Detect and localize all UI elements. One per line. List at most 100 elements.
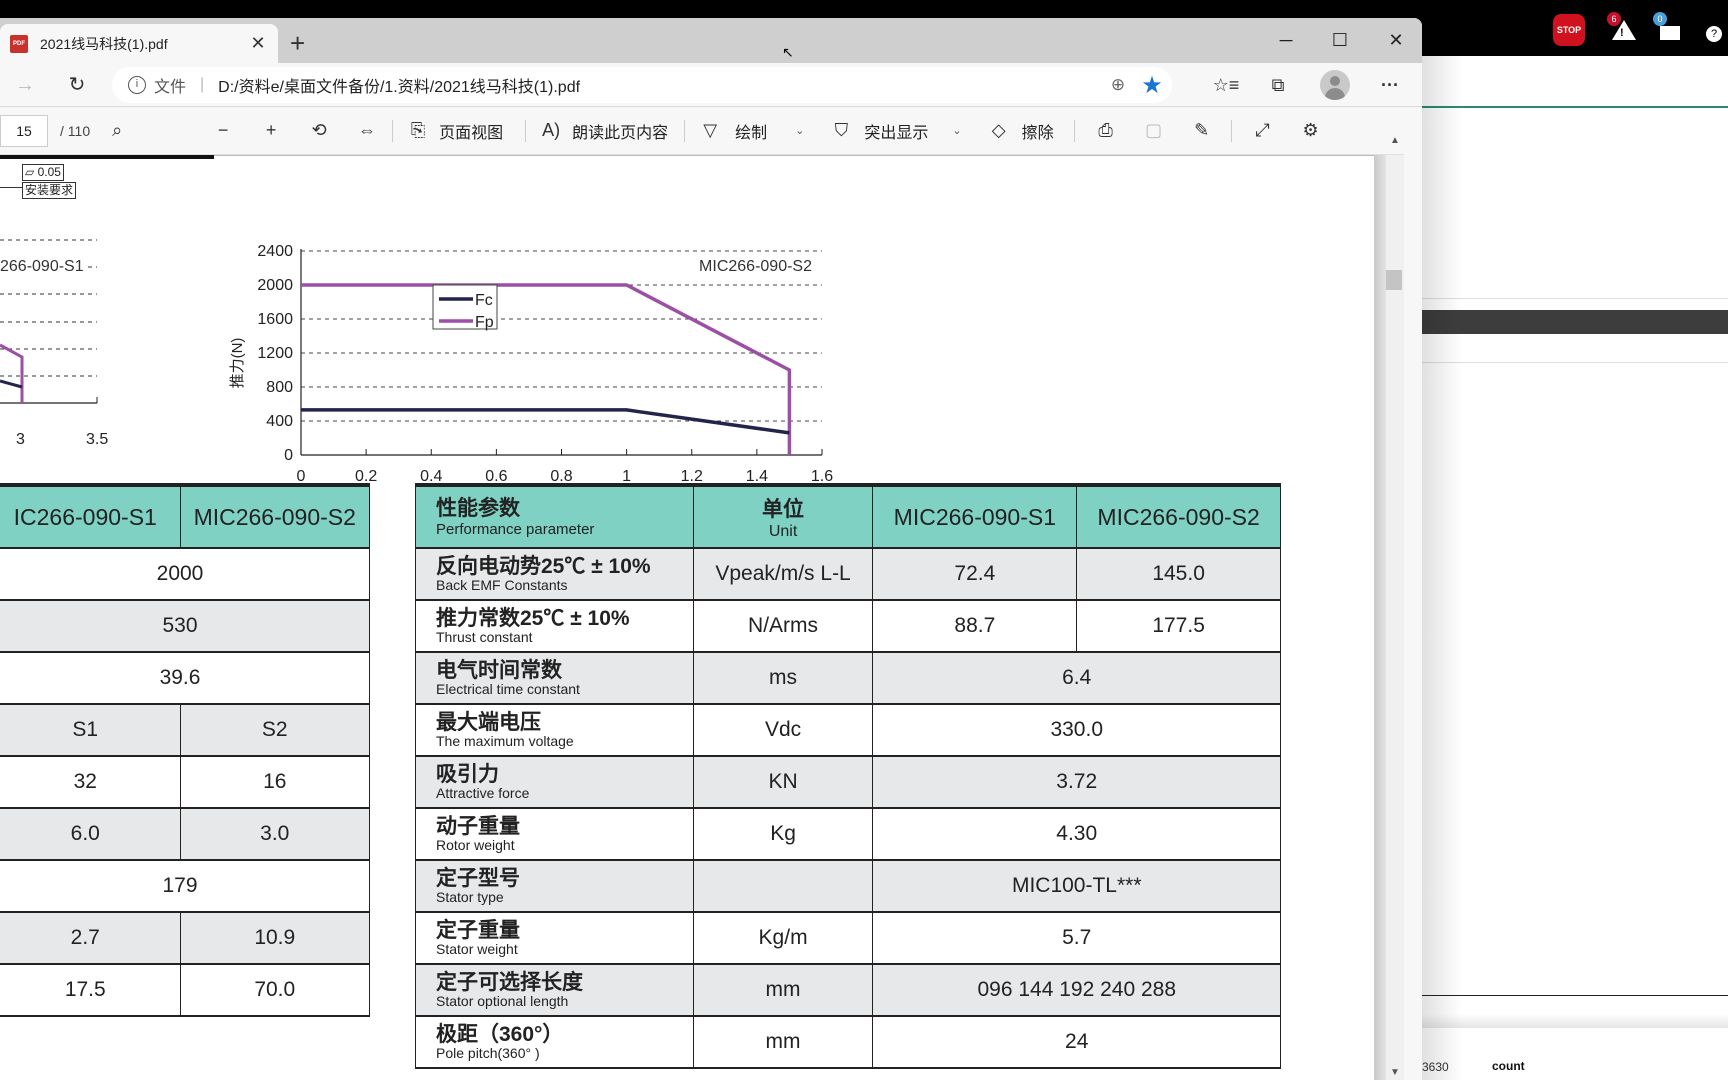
page-view-button[interactable]: ⎘ 页面视图: [403, 119, 503, 143]
left-chart-xtick: 3.5: [86, 431, 109, 448]
tab-strip: PDF 2021线马科技(1).pdf ✕ + ↖ ─ ☐ ✕: [0, 18, 1422, 63]
panel-band: [1422, 1014, 1728, 1028]
y-tick-label: 800: [266, 379, 293, 396]
table-row: 179: [0, 860, 370, 912]
scrollbar-thumb[interactable]: [1386, 270, 1402, 290]
y-tick-label: 0: [284, 447, 293, 464]
param-header: 性能参数 Performance parameter: [415, 485, 694, 548]
param-en: Pole pitch(360° ): [436, 1045, 540, 1061]
close-window-button[interactable]: ✕: [1376, 26, 1416, 54]
collections-icon[interactable]: ⧉: [1260, 71, 1296, 99]
table-row: 定子可选择长度 Stator optional length mm 096 144 1…: [415, 964, 1281, 1016]
pdf-page: ▱ 0.05 安装要求 266-090-S1 3 3.5 0 400 800 1200…: [0, 155, 1374, 1080]
draw-button[interactable]: ▽ 绘制 ⌄: [695, 119, 804, 143]
table-cell: 39.6: [0, 652, 370, 704]
table-row: 39.6: [0, 652, 370, 704]
settings-gear-icon[interactable]: ⚙: [1296, 120, 1326, 141]
y-axis-label: 推力(N): [229, 338, 246, 389]
favorite-star-icon[interactable]: ★: [1132, 71, 1172, 100]
url-field[interactable]: i 文件 | D:/资料e/桌面文件备份/1.资料/2021线马科技(1).pd…: [112, 67, 1172, 103]
unit-cell: mm: [692, 1016, 874, 1068]
new-tab-button[interactable]: +: [290, 30, 305, 56]
zoom-in-button-icon[interactable]: +: [256, 120, 286, 141]
panel-divider: [1422, 362, 1728, 363]
highlight-button[interactable]: ⛉ 突出显示 ⌄: [826, 119, 962, 143]
param-cn: 定子型号: [436, 867, 520, 890]
value-cell: 24: [872, 1016, 1281, 1068]
s2-header: MIC266-090-S2: [1076, 485, 1281, 548]
unit-cell: mm: [692, 964, 874, 1016]
rotate-icon[interactable]: ⟲: [304, 120, 334, 141]
print-icon[interactable]: ⎙: [1091, 120, 1121, 141]
refresh-icon[interactable]: ↻: [62, 71, 92, 99]
value-cell: 5.7: [872, 912, 1281, 964]
desktop-top-bar: [0, 0, 1728, 18]
s1-header: MIC266-090-S1: [872, 485, 1078, 548]
page-view-icon: ⎘: [410, 120, 426, 140]
fullscreen-icon[interactable]: ⤢: [1248, 120, 1278, 141]
legend-label: Fc: [475, 292, 493, 309]
param-en: Stator weight: [436, 941, 518, 957]
param-en: Back EMF Constants: [436, 577, 568, 593]
minimize-button[interactable]: ─: [1266, 26, 1306, 54]
value-cell: 3.72: [872, 756, 1281, 808]
param-en: Stator optional length: [436, 993, 569, 1009]
chevron-down-icon[interactable]: ⌄: [952, 124, 961, 137]
chart-title: MIC266-090-S2: [699, 258, 812, 275]
scroll-up-icon[interactable]: ▲: [1390, 135, 1400, 146]
search-icon[interactable]: ⌕: [102, 120, 132, 141]
table-row: 6.0 3.0: [0, 808, 370, 860]
param-cn: 定子重量: [436, 919, 520, 942]
forward-icon[interactable]: →: [10, 71, 40, 99]
help-icon[interactable]: ?: [1706, 26, 1722, 42]
save-icon: ▢: [1145, 120, 1163, 140]
table-row: 最大端电压 The maximum voltage Vdc 330.0: [415, 704, 1281, 756]
info-icon[interactable]: i: [128, 76, 146, 94]
read-aloud-label: 朗读此页内容: [572, 124, 669, 142]
value-cell: 6.4: [872, 652, 1281, 704]
param-cell: 极距（360°） Pole pitch(360° ): [415, 1016, 694, 1068]
table-row: 530: [0, 600, 370, 652]
vertical-scrollbar[interactable]: ▲ ▼: [1386, 135, 1404, 1080]
panel-shadow: [1422, 56, 1462, 1080]
table-row: 吸引力 Attractive force KN 3.72: [415, 756, 1281, 808]
table-cell: 16: [179, 756, 370, 808]
value-cell: 4.30: [872, 808, 1281, 860]
read-aloud-button[interactable]: A) 朗读此页内容: [536, 119, 668, 143]
fit-width-icon[interactable]: ⇔: [352, 120, 382, 141]
zoom-in-icon[interactable]: ⊕: [1104, 75, 1132, 95]
value-cell-s1: 88.7: [872, 600, 1078, 652]
page-number-input[interactable]: 15: [0, 114, 48, 147]
table-cell: S1: [0, 704, 181, 756]
mail-icon[interactable]: [1660, 26, 1680, 40]
table-cell: 6.0: [0, 808, 181, 860]
toolbar-divider: [392, 119, 394, 142]
maximize-button[interactable]: ☐: [1320, 26, 1360, 54]
table-row: 2.7 10.9: [0, 912, 370, 964]
favorites-list-icon[interactable]: ☆≡: [1208, 71, 1244, 99]
url-text[interactable]: D:/资料e/桌面文件备份/1.资料/2021线马科技(1).pdf: [218, 73, 1104, 97]
dimension-line: [0, 187, 22, 188]
tab-pdf[interactable]: PDF 2021线马科技(1).pdf ✕: [0, 24, 278, 63]
table-row: 反向电动势25℃ ± 10% Back EMF Constants Vpeak/m/…: [415, 548, 1281, 600]
close-tab-icon[interactable]: ✕: [246, 33, 270, 54]
profile-avatar[interactable]: [1320, 70, 1350, 100]
unit-cell: N/Arms: [692, 600, 874, 652]
zoom-out-icon[interactable]: −: [208, 120, 238, 141]
erase-button[interactable]: ◇ 擦除: [984, 119, 1054, 143]
panel-divider: [1422, 995, 1728, 996]
more-icon[interactable]: ···: [1372, 71, 1408, 99]
table-row: 定子型号 Stator type MIC100-TL***: [415, 860, 1281, 912]
address-bar-row: → ↻ i 文件 | D:/资料e/桌面文件备份/1.资料/2021线马科技(1…: [0, 63, 1422, 107]
param-cn: 反向电动势25℃ ± 10%: [436, 555, 651, 578]
save-as-icon[interactable]: ✎: [1187, 120, 1217, 141]
panel-count-label: count: [1492, 1059, 1525, 1073]
chevron-down-icon[interactable]: ⌄: [795, 124, 804, 137]
table-row: 推力常数25℃ ± 10% Thrust constant N/Arms 88.7 17…: [415, 600, 1281, 652]
param-cell: 反向电动势25℃ ± 10% Back EMF Constants: [415, 548, 694, 600]
param-cell: 动子重量 Rotor weight: [415, 808, 694, 860]
scroll-down-icon[interactable]: ▼: [1390, 1067, 1400, 1078]
unit-cell: Kg: [692, 808, 874, 860]
table-cell: 2000: [0, 548, 370, 600]
stop-button[interactable]: STOP: [1553, 14, 1585, 46]
